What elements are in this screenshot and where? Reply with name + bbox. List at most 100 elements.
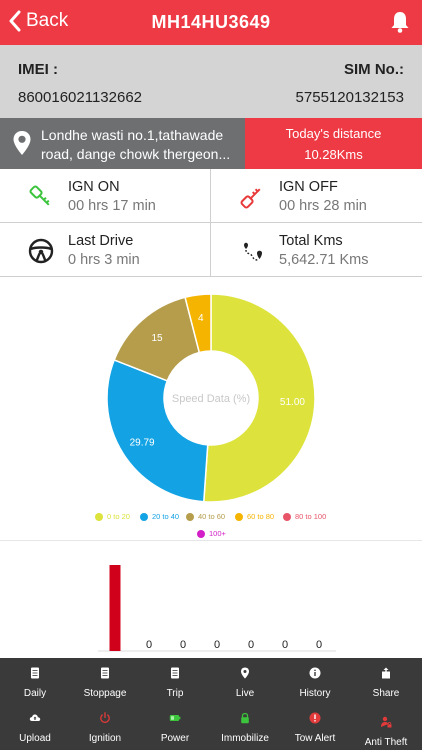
- legend-swatch: [95, 512, 103, 521]
- bell-icon[interactable]: [388, 10, 412, 34]
- lock-icon: [241, 712, 249, 724]
- imei-label: IMEI :: [18, 61, 58, 78]
- legend-item: 20 to 40: [140, 512, 179, 521]
- bar-value-label: 0: [248, 639, 254, 651]
- speed-donut-chart: 51.00 29.79 15 4 Speed Data (%): [106, 293, 316, 503]
- toolbar-stoppage-button[interactable]: Stoppage: [70, 667, 140, 701]
- legend-item: 0 to 20: [95, 512, 130, 521]
- share-icon: [382, 667, 390, 679]
- legend-label: 80 to 100: [295, 512, 327, 521]
- ign-off-stat: IGN OFF 00 hrs 28 min: [211, 169, 422, 222]
- battery-icon: [169, 715, 181, 721]
- anti-theft-icon: [381, 716, 392, 728]
- route-icon: [244, 242, 262, 261]
- grid-divider-horizontal: [0, 222, 422, 223]
- legend-item: 80 to 100: [283, 512, 326, 521]
- map-pin-icon: [241, 667, 249, 679]
- sim-value: 5755120132153: [295, 89, 404, 106]
- pie-value-label: 15: [151, 333, 163, 344]
- key-icon: [240, 188, 261, 209]
- bar-value-label: 0: [214, 639, 220, 651]
- device-ids-panel: IMEI : SIM No.: 860016021132662 57551201…: [0, 45, 422, 118]
- chart-center-label: Speed Data (%): [172, 393, 250, 405]
- document-icon: [171, 667, 179, 679]
- info-icon: [309, 667, 321, 679]
- toolbar-ignition-button[interactable]: Ignition: [70, 712, 140, 746]
- bar-chart: 0 0 0 0 0 0: [98, 565, 336, 652]
- total-kms-value: 5,642.71 Kms: [279, 252, 369, 268]
- toolbar-label: Tow Alert: [294, 733, 336, 744]
- toolbar-anti-theft-button[interactable]: Anti Theft: [351, 716, 421, 750]
- steering-wheel-icon: [28, 238, 54, 264]
- toolbar-upload-button[interactable]: Upload: [0, 712, 70, 746]
- document-icon: [31, 667, 39, 679]
- power-icon: [100, 712, 110, 723]
- toolbar-label: History: [299, 688, 331, 699]
- toolbar-label: Daily: [23, 688, 47, 699]
- toolbar-label: Upload: [19, 733, 51, 744]
- pie-value-label: 4: [198, 313, 204, 324]
- key-icon: [29, 185, 50, 206]
- legend-label: 100+: [209, 529, 226, 538]
- total-kms-title: Total Kms: [279, 233, 343, 249]
- distance-value: 10.28Kms: [304, 147, 363, 162]
- legend-item: 60 to 80: [235, 512, 274, 521]
- sim-label: SIM No.:: [344, 61, 404, 78]
- legend-item: 100+: [197, 529, 226, 538]
- bar: [109, 565, 121, 651]
- app-header: Back MH14HU3649: [0, 0, 422, 45]
- alert-icon: [309, 712, 321, 724]
- bar-value-label: 0: [316, 639, 322, 651]
- bar-chart-section: 0 0 0 0 0 0: [0, 540, 422, 659]
- legend-swatch: [283, 512, 291, 521]
- toolbar-label: Live: [235, 688, 255, 699]
- ign-on-title: IGN ON: [68, 179, 120, 195]
- bar-value-label: 0: [180, 639, 186, 651]
- toolbar-label: Share: [372, 688, 400, 699]
- last-drive-value: 0 hrs 3 min: [68, 252, 140, 268]
- toolbar-label: Ignition: [88, 733, 122, 744]
- last-drive-stat: Last Drive 0 hrs 3 min: [0, 223, 211, 276]
- last-drive-title: Last Drive: [68, 233, 134, 249]
- pie-value-label: 51.00: [280, 397, 305, 408]
- legend-swatch: [140, 512, 148, 521]
- map-pin-icon: [13, 131, 31, 155]
- ign-off-value: 00 hrs 28 min: [279, 198, 367, 214]
- legend-label: 60 to 80: [247, 512, 275, 521]
- page-title: MH14HU3649: [151, 12, 271, 32]
- toolbar-label: Immobilize: [221, 733, 269, 744]
- toolbar-power-button[interactable]: Power: [140, 712, 210, 746]
- document-icon: [101, 667, 109, 679]
- legend-swatch: [235, 512, 243, 521]
- location-panel[interactable]: Londhe wasti no.1,tathawade road, dange …: [0, 118, 245, 169]
- toolbar-daily-button[interactable]: Daily: [0, 667, 70, 701]
- stats-grid: IGN ON 00 hrs 17 min IGN OFF 00 hrs 28 m…: [0, 169, 422, 277]
- speed-chart: 51.00 29.79 15 4 Speed Data (%): [0, 277, 422, 539]
- bar-value-label: 0: [146, 639, 152, 651]
- ign-on-stat: IGN ON 00 hrs 17 min: [0, 169, 211, 222]
- pie-slice-20-to-40: [106, 358, 209, 503]
- toolbar-share-button[interactable]: Share: [351, 667, 421, 701]
- pie-value-label: 29.79: [130, 438, 155, 449]
- total-kms-stat: Total Kms 5,642.71 Kms: [211, 223, 422, 276]
- legend-swatch: [186, 512, 194, 521]
- toolbar-live-button[interactable]: Live: [210, 667, 280, 701]
- toolbar-immobilize-button[interactable]: Immobilize: [210, 712, 280, 746]
- toolbar-trip-button[interactable]: Trip: [140, 667, 210, 701]
- toolbar-label: Power: [160, 733, 190, 744]
- ign-off-title: IGN OFF: [279, 179, 338, 195]
- legend-swatch: [197, 529, 205, 538]
- bar-value-label: 0: [282, 639, 288, 651]
- todays-distance-panel: Today's distance 10.28Kms: [245, 118, 422, 169]
- toolbar-label: Anti Theft: [364, 737, 408, 748]
- toolbar-tow-alert-button[interactable]: Tow Alert: [280, 712, 350, 746]
- toolbar-label: Trip: [166, 688, 184, 699]
- cloud-upload-icon: [29, 714, 41, 721]
- imei-value: 860016021132662: [18, 89, 143, 106]
- toolbar-history-button[interactable]: History: [280, 667, 350, 701]
- ign-on-value: 00 hrs 17 min: [68, 198, 156, 214]
- bottom-toolbar: Daily Stoppage Trip Live History Share Upload I…: [0, 658, 422, 750]
- toolbar-label: Stoppage: [83, 688, 127, 699]
- distance-label: Today's distance: [285, 126, 382, 141]
- current-address: Londhe wasti no.1,tathawade road, dange …: [41, 127, 231, 162]
